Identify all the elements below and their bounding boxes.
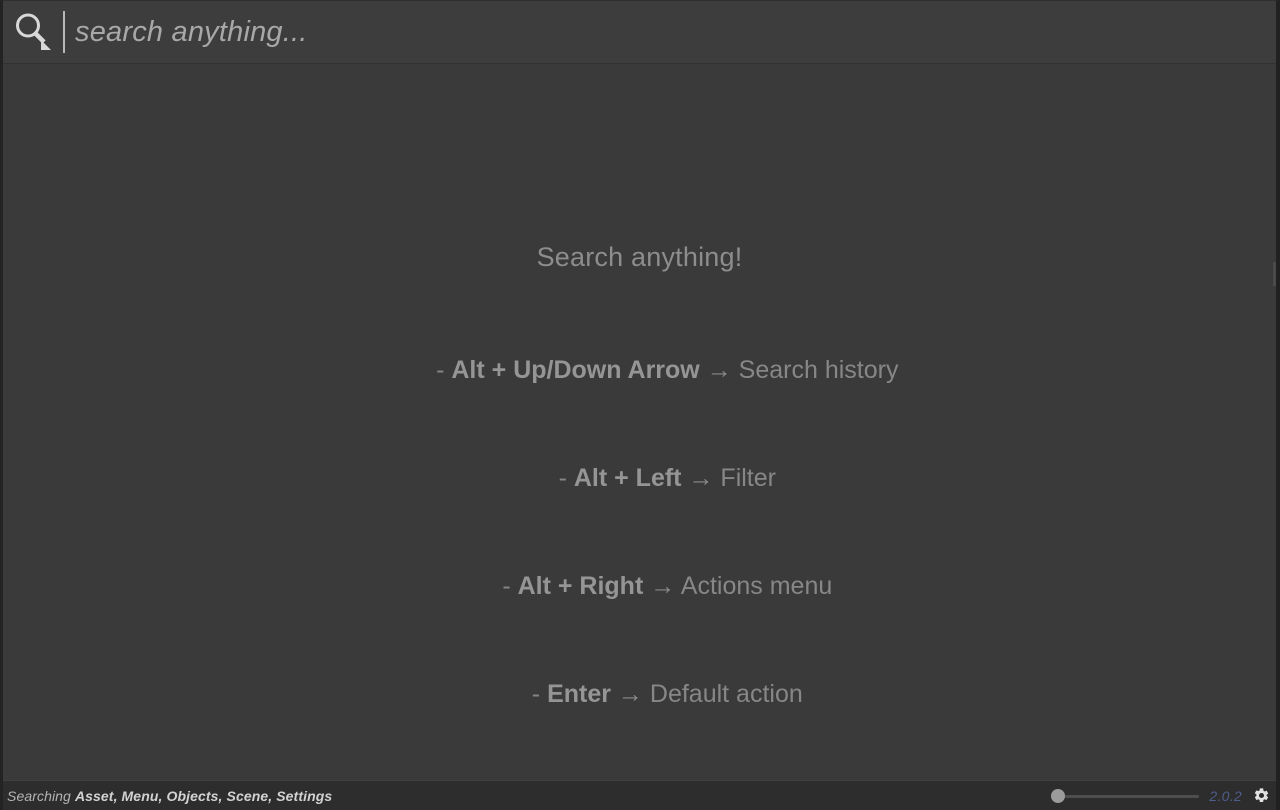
hint-desc: Actions menu [680,572,833,600]
item-size-slider[interactable] [1051,788,1200,804]
hint-key: Alt + Up/Down Arrow [451,356,700,384]
version-label: 2.0.2 [1209,787,1242,804]
results-area: Search anything! - Alt + Up/Down Arrow →… [3,64,1276,780]
search-bar [3,1,1276,64]
hint-dash: - [558,464,574,492]
hints-title: Search anything! [536,242,743,272]
hint-line: - Alt + Up/Down Arrow → Search history [3,316,1276,424]
hint-desc: Default action [649,680,803,708]
quick-search-window: Search anything! - Alt + Up/Down Arrow →… [0,0,1280,810]
status-bar-right: 2.0.2 [1051,787,1270,805]
slider-handle[interactable] [1051,788,1066,803]
searching-label: Searching [7,787,75,804]
scrollbar[interactable] [1273,262,1276,286]
hint-desc: Filter [720,464,776,492]
hint-key: Alt + Right [517,572,644,600]
hint-line: - Enter → Default action [3,640,1276,748]
hint-arrow: → [681,464,721,492]
hint-key: Enter [547,680,611,708]
hint-dash: - [502,572,518,600]
hint-line: - Alt + Left → Filter [3,424,1276,532]
search-magnifier-icon[interactable] [3,1,63,64]
gear-icon[interactable] [1252,787,1270,805]
text-caret [63,11,65,53]
empty-state-hints: Search anything! - Alt + Up/Down Arrow →… [3,242,1276,780]
hint-line: - Alt + Enter → Secondary action [3,748,1276,780]
hint-line: - Alt + Right → Actions menu [3,532,1276,640]
hint-arrow: → [610,680,650,708]
slider-track [1051,794,1200,798]
active-providers: Asset, Menu, Objects, Scene, Settings [74,787,333,804]
hint-arrow: → [699,356,739,384]
hint-key: Alt + Left [573,464,682,492]
hint-dash: - [436,356,452,384]
hint-arrow: → [643,572,681,600]
status-bar: Searching Asset, Menu, Objects, Scene, S… [3,780,1276,810]
hint-desc: Search history [738,356,899,384]
hint-dash: - [531,680,548,708]
search-input[interactable] [75,9,1276,55]
searching-status: Searching Asset, Menu, Objects, Scene, S… [7,788,332,804]
